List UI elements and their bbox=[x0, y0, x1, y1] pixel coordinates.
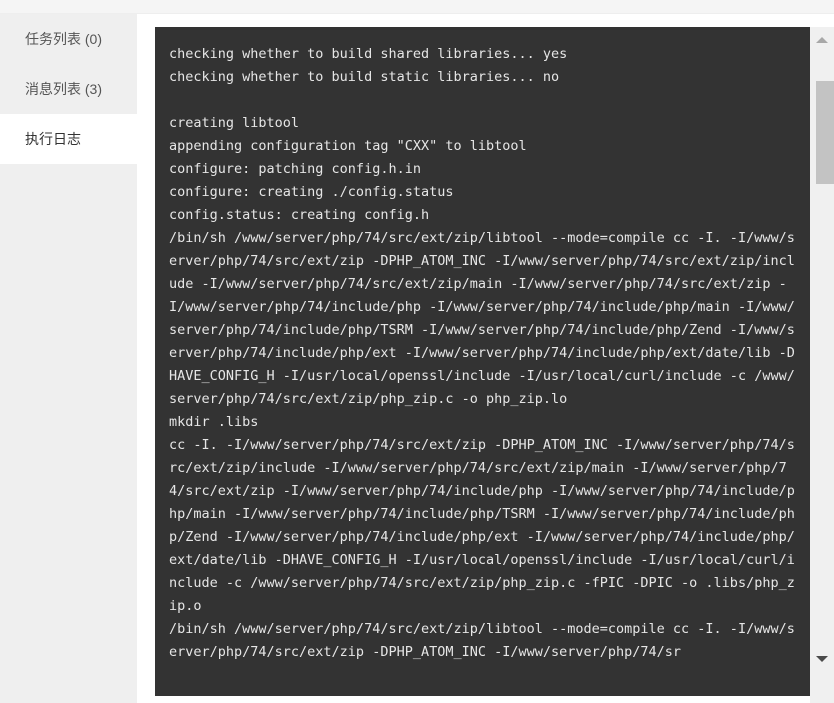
scrollbar-thumb[interactable] bbox=[816, 81, 834, 184]
sidebar-item-execution-log[interactable]: 执行日志 bbox=[0, 114, 137, 164]
chevron-down-icon bbox=[816, 656, 828, 662]
chevron-up-icon bbox=[816, 37, 828, 43]
execution-log-panel: checking whether to build shared librari… bbox=[155, 27, 810, 696]
scroll-down-button[interactable] bbox=[810, 650, 834, 668]
log-scrollbar[interactable] bbox=[810, 27, 834, 703]
sidebar-item-task-list[interactable]: 任务列表 (0) bbox=[0, 14, 137, 64]
sidebar: 任务列表 (0) 消息列表 (3) 执行日志 bbox=[0, 14, 137, 703]
scroll-up-button[interactable] bbox=[810, 31, 834, 49]
log-output-text: checking whether to build shared librari… bbox=[169, 46, 795, 660]
scrollbar-track[interactable] bbox=[813, 54, 834, 650]
top-strip bbox=[0, 0, 834, 14]
sidebar-item-message-list[interactable]: 消息列表 (3) bbox=[0, 64, 137, 114]
